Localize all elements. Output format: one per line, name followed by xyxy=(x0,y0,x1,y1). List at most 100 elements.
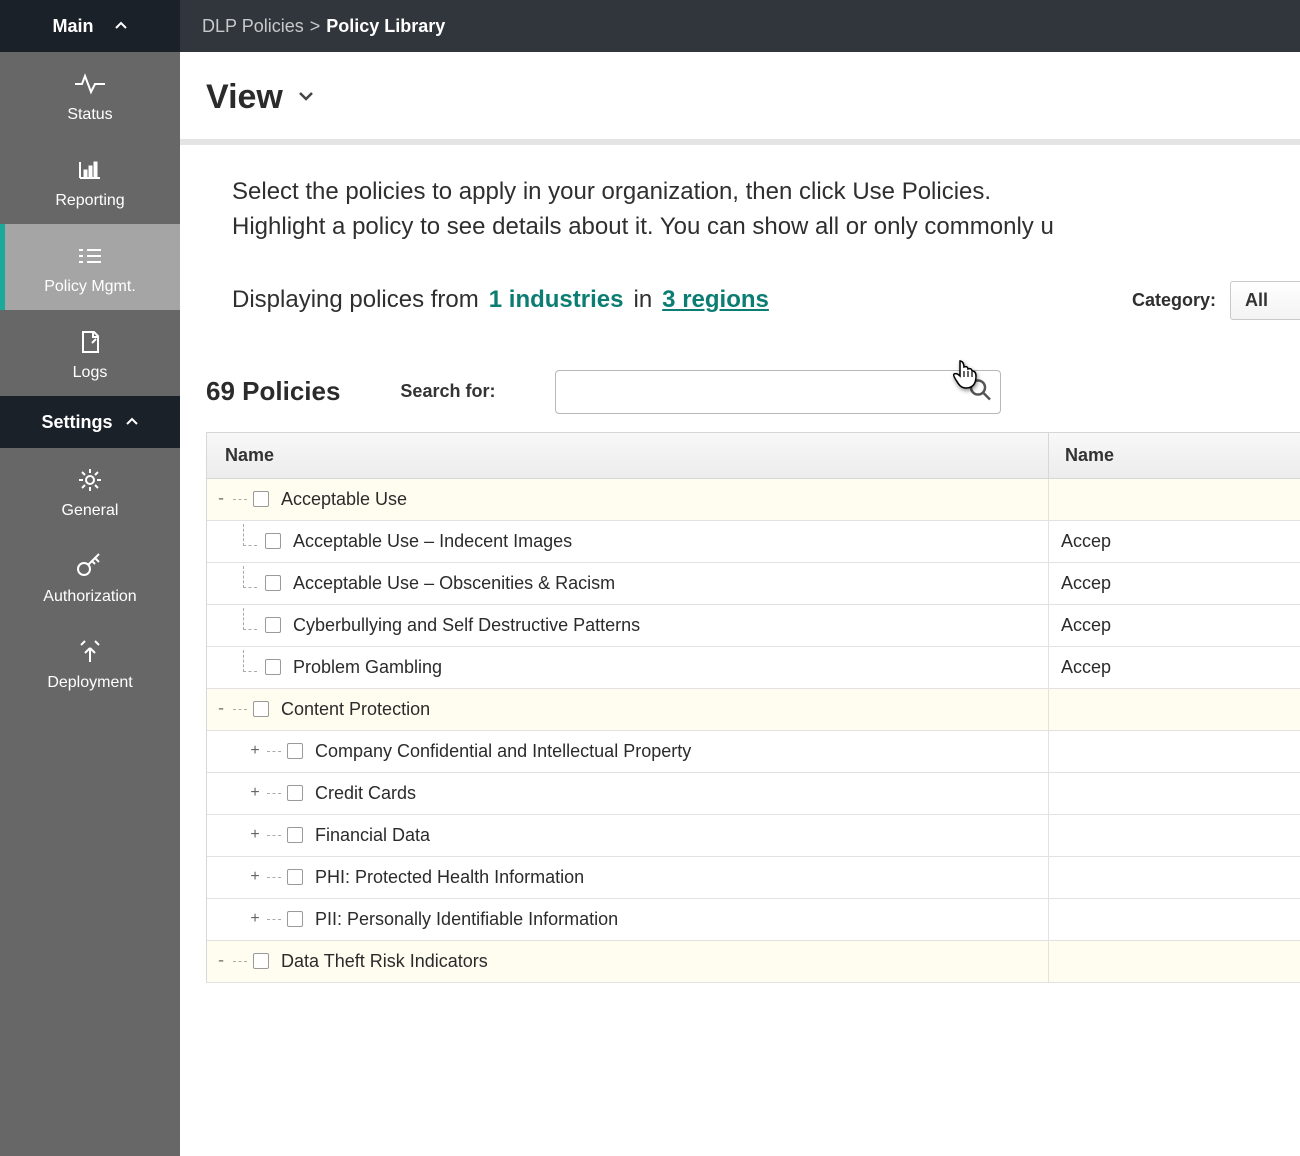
checkbox[interactable] xyxy=(287,827,303,843)
cell-name: -Content Protection xyxy=(207,689,1049,730)
tree-expand-icon[interactable]: + xyxy=(249,742,261,760)
tree-connector-icon xyxy=(267,793,281,794)
row-label: PHI: Protected Health Information xyxy=(315,867,584,888)
table-row[interactable]: -Data Theft Risk Indicators xyxy=(207,941,1300,983)
filter-prefix: Displaying polices from xyxy=(232,286,479,314)
cell-right: Accep xyxy=(1049,605,1300,646)
table-row[interactable]: + Financial Data xyxy=(207,815,1300,857)
tree-expand-icon[interactable]: + xyxy=(249,910,261,928)
checkbox[interactable] xyxy=(253,953,269,969)
count-row: 69 Policies Search for: xyxy=(206,370,1300,414)
view-dropdown[interactable]: View xyxy=(206,78,1300,117)
sidebar-item-policy-mgmt[interactable]: Policy Mgmt. xyxy=(0,224,180,310)
chevron-down-icon xyxy=(297,89,315,107)
cell-name: Cyberbullying and Self Destructive Patte… xyxy=(207,605,1049,646)
sidebar-item-authorization[interactable]: Authorization xyxy=(0,534,180,620)
category-select[interactable]: All xyxy=(1230,281,1300,320)
sidebar-item-label: Logs xyxy=(73,364,108,382)
breadcrumb-sep: > xyxy=(310,16,321,37)
tree-connector-icon xyxy=(267,877,281,878)
tree-collapse-icon[interactable]: - xyxy=(215,490,227,508)
tree-connector-icon xyxy=(267,751,281,752)
table-row[interactable]: + Credit Cards xyxy=(207,773,1300,815)
table-row[interactable]: +PII: Personally Identifiable Informatio… xyxy=(207,899,1300,941)
checkbox[interactable] xyxy=(287,743,303,759)
breadcrumb-parent[interactable]: DLP Policies xyxy=(202,16,304,37)
tree-connector-icon xyxy=(243,650,257,672)
checkbox[interactable] xyxy=(265,575,281,591)
row-label: Credit Cards xyxy=(315,783,416,804)
filter-regions-link[interactable]: 3 regions xyxy=(662,286,769,314)
intro-line-2: Highlight a policy to see details about … xyxy=(232,213,1054,240)
checkbox[interactable] xyxy=(253,701,269,717)
sidebar-item-label: Reporting xyxy=(55,192,124,210)
column-header-name2[interactable]: Name xyxy=(1049,433,1300,478)
row-label: Acceptable Use – Obscenities & Racism xyxy=(293,573,615,594)
sidebar-item-deployment[interactable]: Deployment xyxy=(0,620,180,706)
sidebar-item-logs[interactable]: Logs xyxy=(0,310,180,396)
category-filter: Category: All xyxy=(1132,281,1300,320)
section-divider xyxy=(180,139,1300,145)
tree-expand-icon[interactable]: + xyxy=(249,868,261,886)
checkbox[interactable] xyxy=(265,533,281,549)
table-row[interactable]: Acceptable Use – Obscenities & RacismAcc… xyxy=(207,563,1300,605)
intro-text: Select the policies to apply in your org… xyxy=(232,175,1300,245)
policy-table: Name Name - Acceptable Use Acceptable Use … xyxy=(206,432,1300,983)
breadcrumb-current: Policy Library xyxy=(326,16,445,37)
tree-collapse-icon[interactable]: - xyxy=(215,952,227,970)
tree-connector-icon xyxy=(233,499,247,500)
table-row[interactable]: - Acceptable Use xyxy=(207,479,1300,521)
cell-name: Acceptable Use – Obscenities & Racism xyxy=(207,563,1049,604)
sidebar-item-label: Authorization xyxy=(43,588,136,606)
sidebar: Main Status Reporting Policy Mgmt. xyxy=(0,0,180,1156)
row-label: Acceptable Use – Indecent Images xyxy=(293,531,572,552)
cell-name: -Data Theft Risk Indicators xyxy=(207,941,1049,982)
tree-expand-icon[interactable]: + xyxy=(249,826,261,844)
cell-right xyxy=(1049,857,1300,898)
checkbox[interactable] xyxy=(287,869,303,885)
cell-name: - Acceptable Use xyxy=(207,479,1049,520)
tree-expand-icon[interactable]: + xyxy=(249,784,261,802)
tree-connector-icon xyxy=(267,919,281,920)
cell-name: Problem Gambling xyxy=(207,647,1049,688)
table-row[interactable]: Acceptable Use – Indecent ImagesAccep xyxy=(207,521,1300,563)
sidebar-item-reporting[interactable]: Reporting xyxy=(0,138,180,224)
breadcrumb: DLP Policies > Policy Library xyxy=(180,0,1300,52)
checkbox[interactable] xyxy=(287,785,303,801)
sidebar-item-label: Deployment xyxy=(47,674,132,692)
cell-right xyxy=(1049,941,1300,982)
table-row[interactable]: + PHI: Protected Health Information xyxy=(207,857,1300,899)
cell-name: +PII: Personally Identifiable Informatio… xyxy=(207,899,1049,940)
table-row[interactable]: +Company Confidential and Intellectual P… xyxy=(207,731,1300,773)
activity-icon xyxy=(73,70,107,98)
row-label: Acceptable Use xyxy=(281,489,407,510)
row-label: Financial Data xyxy=(315,825,430,846)
column-header-name[interactable]: Name xyxy=(207,433,1049,478)
content-area: View Select the policies to apply in you… xyxy=(180,52,1300,983)
table-row[interactable]: Cyberbullying and Self Destructive Patte… xyxy=(207,605,1300,647)
checkbox[interactable] xyxy=(265,617,281,633)
sidebar-item-general[interactable]: General xyxy=(0,448,180,534)
cell-name: Acceptable Use – Indecent Images xyxy=(207,521,1049,562)
sidebar-header-settings-label: Settings xyxy=(41,412,112,433)
filter-industries: 1 industries xyxy=(489,286,624,314)
checkbox[interactable] xyxy=(253,491,269,507)
logs-icon xyxy=(73,328,107,356)
sidebar-header-main[interactable]: Main xyxy=(0,0,180,52)
search-input[interactable] xyxy=(555,370,1001,414)
sidebar-item-status[interactable]: Status xyxy=(0,52,180,138)
cell-name: + Financial Data xyxy=(207,815,1049,856)
cell-right xyxy=(1049,479,1300,520)
search-icon[interactable] xyxy=(967,376,993,407)
view-label: View xyxy=(206,78,283,117)
sidebar-header-settings[interactable]: Settings xyxy=(0,396,180,448)
checkbox[interactable] xyxy=(287,911,303,927)
checkbox[interactable] xyxy=(265,659,281,675)
row-label: Problem Gambling xyxy=(293,657,442,678)
sidebar-item-label: General xyxy=(62,502,119,520)
tree-connector-icon xyxy=(243,608,257,630)
tree-collapse-icon[interactable]: - xyxy=(215,700,227,718)
table-row[interactable]: Problem GamblingAccep xyxy=(207,647,1300,689)
table-row[interactable]: -Content Protection xyxy=(207,689,1300,731)
cell-name: + Credit Cards xyxy=(207,773,1049,814)
